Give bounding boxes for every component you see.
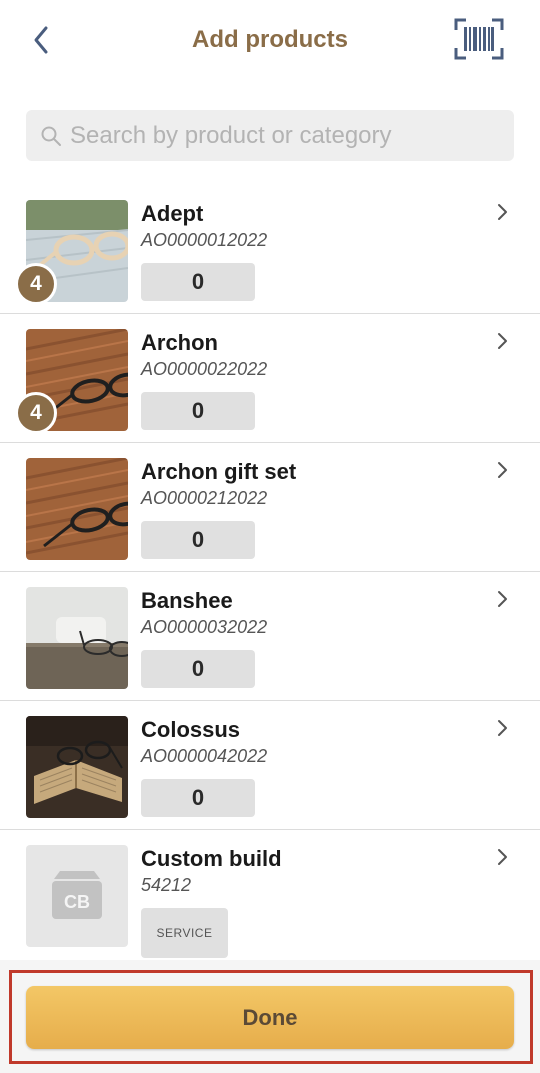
chevron-right-icon: [498, 720, 507, 736]
product-thumbnail: [26, 458, 128, 560]
product-sku: AO0000212022: [141, 488, 268, 508]
product-row-archon[interactable]: 4 Archon AO0000022022 0: [0, 314, 540, 443]
product-row-colossus[interactable]: Colossus AO0000042022 0: [0, 701, 540, 830]
product-row-adept[interactable]: 4 Adept AO0000012022 0: [0, 185, 540, 314]
product-sku: AO0000012022: [141, 230, 268, 250]
product-sku: AO0000022022: [141, 359, 268, 379]
product-sku: AO0000042022: [141, 746, 268, 766]
product-sku: AO0000032022: [141, 617, 268, 637]
product-name: Custom build: [141, 846, 282, 871]
barcode-scan-button[interactable]: [454, 18, 504, 60]
product-sku: 54212: [141, 875, 192, 895]
chevron-right-icon: [498, 204, 507, 220]
quantity-field[interactable]: 0: [141, 392, 255, 430]
product-name: Archon gift set: [141, 459, 297, 484]
product-name: Colossus: [141, 717, 241, 742]
product-row-banshee[interactable]: Banshee AO0000032022 0: [0, 572, 540, 701]
quantity-field[interactable]: 0: [141, 263, 255, 301]
chevron-right-icon: [498, 591, 507, 607]
product-row-custom-build[interactable]: CB Custom build 54212 SERVICE: [0, 830, 540, 962]
product-row-archon-gift-set[interactable]: Archon gift set AO0000212022 0: [0, 443, 540, 572]
box-placeholder-icon: CB: [52, 871, 102, 919]
placeholder-initials: CB: [64, 892, 90, 912]
chevron-right-icon: [498, 462, 507, 478]
quantity-badge: 4: [15, 263, 57, 305]
quantity-field[interactable]: 0: [141, 650, 255, 688]
chevron-right-icon: [498, 849, 507, 865]
product-name: Banshee: [141, 588, 233, 613]
product-thumbnail: [26, 587, 128, 689]
search-input[interactable]: [70, 121, 490, 150]
product-thumbnail: [26, 716, 128, 818]
quantity-field[interactable]: 0: [141, 521, 255, 559]
done-button[interactable]: Done: [26, 986, 514, 1049]
service-tag: SERVICE: [141, 908, 228, 958]
search-icon: [41, 126, 61, 146]
search-bar[interactable]: [26, 110, 514, 161]
quantity-field[interactable]: 0: [141, 779, 255, 817]
quantity-badge: 4: [15, 392, 57, 434]
chevron-right-icon: [498, 333, 507, 349]
product-name: Archon: [141, 330, 218, 355]
barcode-scan-icon: [454, 18, 504, 60]
header: Add products: [0, 0, 540, 82]
product-name: Adept: [141, 201, 204, 226]
product-thumbnail: CB: [26, 845, 128, 947]
product-list: 4 Adept AO0000012022 0 4 Archon AO000002…: [0, 185, 540, 962]
